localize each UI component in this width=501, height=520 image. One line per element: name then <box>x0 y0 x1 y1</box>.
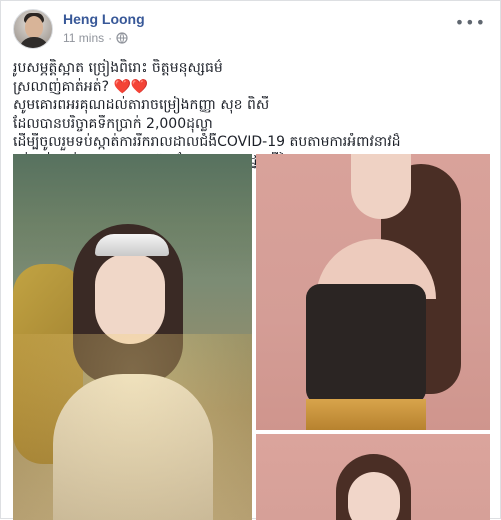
photo-skirt <box>306 399 426 430</box>
photo-top-right[interactable] <box>256 154 490 430</box>
more-options-icon[interactable]: ••• <box>455 13 486 32</box>
photo-veil <box>13 334 252 520</box>
author-name[interactable]: Heng Loong <box>63 11 145 27</box>
globe-icon[interactable] <box>116 32 128 44</box>
avatar-body <box>19 37 49 48</box>
photo-bottom-right[interactable] <box>256 434 490 520</box>
post-header: Heng Loong 11 mins · ••• <box>13 9 488 49</box>
post-text-fragment: ស្រលាញ់គាត់អត់? <box>13 78 110 95</box>
photo-grid <box>13 154 490 520</box>
photo-tiara <box>95 234 169 256</box>
avatar-face <box>25 16 43 38</box>
facebook-post: Heng Loong 11 mins · ••• រូបសម្ភត្តិស្អា… <box>0 0 501 520</box>
post-text-line: ដែលបានបរិច្ចាគទឹកប្រាក់ 2,000ដុល្លា <box>13 115 213 132</box>
meta-separator: · <box>108 31 113 45</box>
photo-face <box>95 254 165 344</box>
photo-top <box>306 284 426 404</box>
post-meta: 11 mins · <box>63 31 128 45</box>
author-avatar[interactable] <box>13 9 53 49</box>
photo-face <box>351 154 411 219</box>
post-text-line: ស្រលាញ់គាត់អត់? ❤️❤️ <box>13 78 491 97</box>
photo-face <box>348 472 400 520</box>
post-text-line: រូបសម្ភត្តិស្អាត ច្រៀងពិរោះ ចិត្តមនុស្សធ… <box>13 60 223 76</box>
heart-emoji: ❤️❤️ <box>113 78 149 95</box>
post-text-line: សូមគោរពអរគុណដល់តារាចម្រៀងកញ្ញា សុខ ពិសី <box>13 97 270 113</box>
photo-main[interactable] <box>13 154 252 520</box>
post-timestamp[interactable]: 11 mins <box>63 31 104 45</box>
post-text-line: ដើម្បីចូលរួមទប់ស្កាត់ការរីករាលដាលជំងឺCOV… <box>13 134 401 150</box>
